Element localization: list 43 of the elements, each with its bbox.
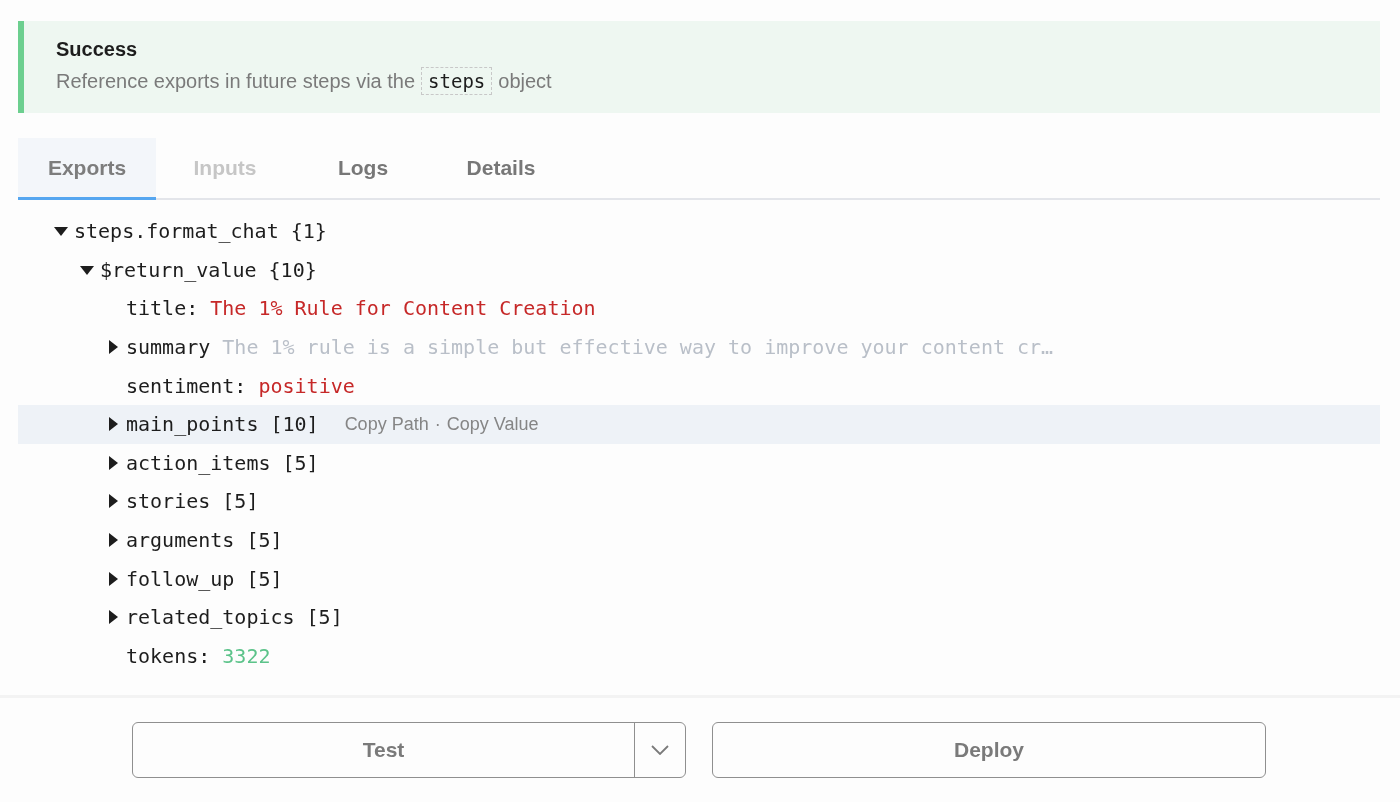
tree-value: 3322 (222, 643, 271, 668)
value-preview: The 1% rule is a simple but effective way to improve your content cr… (222, 335, 1054, 360)
tree-key[interactable]: arguments (126, 528, 235, 553)
item-count: [5] (222, 489, 259, 514)
caret-right-icon[interactable] (106, 340, 120, 355)
item-count: {1} (290, 219, 327, 244)
item-count: {10} (268, 257, 317, 282)
tree-key[interactable]: summary (126, 335, 211, 360)
banner-title: Success (56, 38, 139, 61)
tree-key: sentiment: (126, 373, 247, 398)
tab[interactable]: Details (432, 138, 570, 200)
caret-right-icon[interactable] (106, 610, 120, 625)
caret-right-icon[interactable] (106, 455, 120, 470)
tree-key[interactable]: main_points (126, 412, 259, 437)
tree-key[interactable]: $return_value (100, 257, 257, 282)
tree-value: positive (258, 373, 355, 398)
caret-right-icon[interactable] (106, 533, 120, 548)
tab[interactable]: Logs (294, 138, 432, 200)
test-button[interactable]: Test (133, 723, 635, 777)
tree-value: The 1% Rule for Content Creation (210, 296, 596, 321)
caret-right-icon[interactable] (106, 417, 120, 432)
separator-dot: · (434, 413, 441, 435)
tree-key[interactable]: action_items (126, 450, 271, 475)
tree-key[interactable]: related_topics (126, 605, 295, 630)
tab[interactable]: Exports (18, 138, 156, 200)
deploy-button[interactable]: Deploy (712, 722, 1266, 778)
inline-code: steps (421, 67, 493, 95)
tree-key: title: (126, 296, 199, 321)
chevron-down-icon (651, 745, 669, 755)
item-count: [10] (270, 412, 319, 437)
tree-key[interactable]: steps.format_chat (74, 219, 279, 244)
tree-key: tokens: (126, 643, 211, 668)
tree-key[interactable]: follow_up (126, 566, 235, 591)
item-count: [5] (246, 528, 283, 553)
item-count: [5] (282, 450, 319, 475)
tree-key[interactable]: stories (126, 489, 211, 514)
banner-message: Reference exports in future steps via the (56, 69, 416, 93)
caret-right-icon[interactable] (106, 494, 120, 509)
item-count: [5] (306, 605, 343, 630)
tree-row-highlight[interactable]: main_points [10] Copy Path · Copy Value (18, 404, 1380, 444)
banner-message: object (498, 69, 552, 93)
item-count: [5] (246, 566, 283, 591)
caret-right-icon[interactable] (106, 571, 120, 586)
